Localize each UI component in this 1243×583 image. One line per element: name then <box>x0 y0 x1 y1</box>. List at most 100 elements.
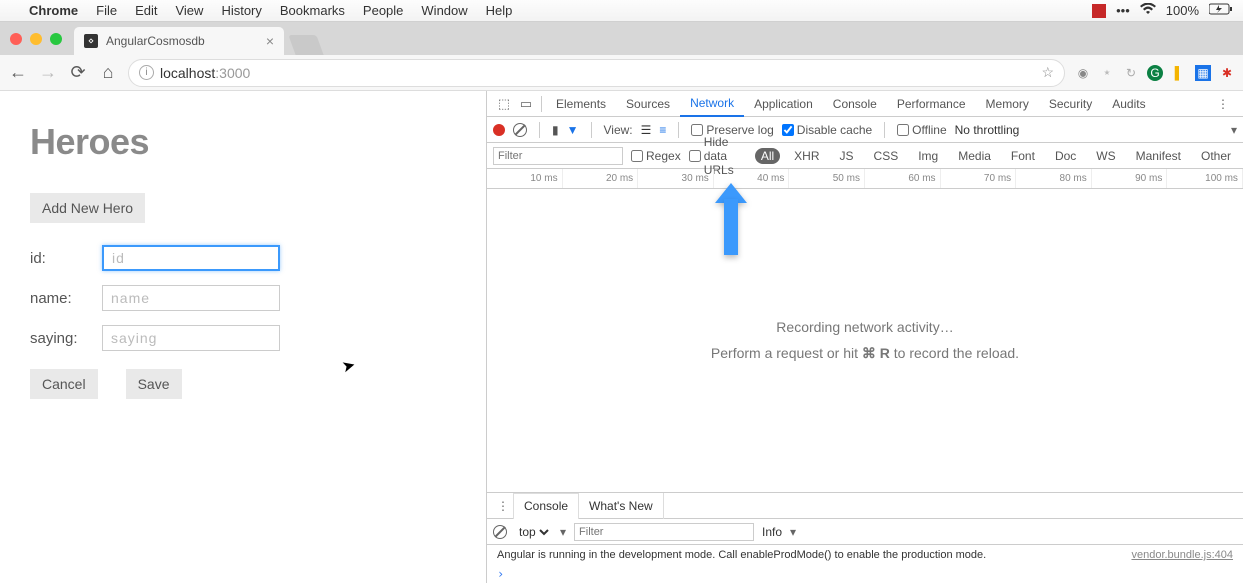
level-chevron-icon: ▾ <box>790 525 796 539</box>
filter-type-manifest[interactable]: Manifest <box>1130 148 1187 164</box>
menu-view[interactable]: View <box>166 3 212 18</box>
menu-history[interactable]: History <box>212 3 270 18</box>
console-clear-button[interactable] <box>493 525 507 539</box>
name-input[interactable] <box>102 285 280 311</box>
site-info-icon[interactable]: i <box>139 65 154 80</box>
empty-text-2: Perform a request or hit ⌘ R to record t… <box>711 345 1019 362</box>
home-button[interactable]: ⌂ <box>98 62 118 83</box>
tab-sources[interactable]: Sources <box>616 91 680 117</box>
filter-type-ws[interactable]: WS <box>1090 148 1121 164</box>
window-close-button[interactable] <box>10 33 22 45</box>
drawer-tab-whatsnew[interactable]: What's New <box>579 493 664 519</box>
console-source-link[interactable]: vendor.bundle.js:404 <box>1131 549 1233 561</box>
filter-type-font[interactable]: Font <box>1005 148 1041 164</box>
console-filter-input[interactable] <box>574 523 754 541</box>
extension-icons: ◉ ⭑ ↻ G ▌ ▦ ✱ <box>1075 65 1235 81</box>
menu-app[interactable]: Chrome <box>20 3 87 18</box>
view-small-icon[interactable]: ≡ <box>659 123 666 137</box>
menubar-dots-icon[interactable]: ••• <box>1116 3 1130 18</box>
console-prompt[interactable]: › <box>487 565 1243 583</box>
timeline-tick: 40 ms <box>714 169 790 188</box>
throttling-chevron-icon[interactable]: ▾ <box>1231 123 1237 137</box>
ext-icon-5[interactable]: ▌ <box>1171 65 1187 81</box>
forward-button[interactable]: → <box>38 62 58 83</box>
filter-type-all[interactable]: All <box>755 148 780 164</box>
ext-icon-2[interactable]: ⭑ <box>1099 65 1115 81</box>
tab-security[interactable]: Security <box>1039 91 1102 117</box>
browser-tab[interactable]: ⋄ AngularCosmosdb × <box>74 27 284 55</box>
id-input[interactable] <box>102 245 280 271</box>
filter-type-xhr[interactable]: XHR <box>788 148 825 164</box>
mac-menubar: Chrome File Edit View History Bookmarks … <box>0 0 1243 22</box>
ext-icon-6[interactable]: ▦ <box>1195 65 1211 81</box>
empty-text-1: Recording network activity… <box>776 319 953 335</box>
network-timeline[interactable]: 10 ms 20 ms 30 ms 40 ms 50 ms 60 ms 70 m… <box>487 169 1243 189</box>
filter-type-img[interactable]: Img <box>912 148 944 164</box>
tab-application[interactable]: Application <box>744 91 823 117</box>
tab-elements[interactable]: Elements <box>546 91 616 117</box>
back-button[interactable]: ← <box>8 62 28 83</box>
tab-memory[interactable]: Memory <box>976 91 1039 117</box>
throttling-select[interactable]: No throttling <box>955 123 1020 137</box>
screenshot-icon[interactable]: ▮ <box>552 123 559 137</box>
console-context-select[interactable]: top <box>515 524 552 540</box>
timeline-tick: 70 ms <box>941 169 1017 188</box>
menu-window[interactable]: Window <box>412 3 476 18</box>
drawer-tab-console[interactable]: Console <box>513 493 579 519</box>
save-button[interactable]: Save <box>126 369 182 399</box>
inspect-element-icon[interactable]: ⬚ <box>493 96 515 112</box>
console-level-select[interactable]: Info <box>762 525 782 539</box>
menu-help[interactable]: Help <box>477 3 522 18</box>
filter-type-doc[interactable]: Doc <box>1049 148 1082 164</box>
saying-input[interactable] <box>102 325 280 351</box>
menu-file[interactable]: File <box>87 3 126 18</box>
filter-type-js[interactable]: JS <box>834 148 860 164</box>
devtools-tabs: ⬚ ▭ Elements Sources Network Application… <box>487 91 1243 117</box>
wifi-icon[interactable] <box>1140 3 1156 18</box>
filter-toggle-icon[interactable]: ▼ <box>567 123 579 137</box>
ext-icon-4[interactable]: G <box>1147 65 1163 81</box>
tab-network[interactable]: Network <box>680 91 744 117</box>
address-bar[interactable]: i localhost:3000 ☆ <box>128 59 1065 87</box>
ext-icon-3[interactable]: ↻ <box>1123 65 1139 81</box>
timeline-tick: 80 ms <box>1016 169 1092 188</box>
disable-cache-checkbox[interactable]: Disable cache <box>782 123 872 137</box>
record-button[interactable] <box>493 124 505 136</box>
new-tab-button[interactable] <box>288 35 323 55</box>
network-filter-input[interactable] <box>493 147 623 165</box>
menu-edit[interactable]: Edit <box>126 3 166 18</box>
reload-button[interactable]: ⟳ <box>68 62 88 83</box>
view-large-icon[interactable]: ☰ <box>641 123 652 137</box>
tab-performance[interactable]: Performance <box>887 91 976 117</box>
tab-close-button[interactable]: × <box>266 33 274 49</box>
window-maximize-button[interactable] <box>50 33 62 45</box>
ext-icon-1[interactable]: ◉ <box>1075 65 1091 81</box>
console-log-row: Angular is running in the development mo… <box>487 545 1243 565</box>
regex-checkbox[interactable]: Regex <box>631 149 681 163</box>
filter-type-media[interactable]: Media <box>952 148 997 164</box>
devtools-more-icon[interactable]: ⋮ <box>1209 97 1237 111</box>
ext-icon-7[interactable]: ✱ <box>1219 65 1235 81</box>
id-label: id: <box>30 250 102 267</box>
page-heading: Heroes <box>30 121 456 163</box>
menu-bookmarks[interactable]: Bookmarks <box>271 3 354 18</box>
filter-type-other[interactable]: Other <box>1195 148 1237 164</box>
menubar-app-icon[interactable] <box>1092 4 1106 18</box>
menu-people[interactable]: People <box>354 3 412 18</box>
bookmark-star-icon[interactable]: ☆ <box>1041 64 1054 81</box>
console-message: Angular is running in the development mo… <box>497 549 986 561</box>
devtools-panel: ⬚ ▭ Elements Sources Network Application… <box>486 91 1243 583</box>
window-minimize-button[interactable] <box>30 33 42 45</box>
timeline-tick: 30 ms <box>638 169 714 188</box>
device-toggle-icon[interactable]: ▭ <box>515 96 537 112</box>
cancel-button[interactable]: Cancel <box>30 369 98 399</box>
tab-audits[interactable]: Audits <box>1102 91 1155 117</box>
tab-console[interactable]: Console <box>823 91 887 117</box>
battery-pct: 100% <box>1166 3 1199 18</box>
filter-type-css[interactable]: CSS <box>868 148 905 164</box>
drawer-more-icon[interactable]: ⋮ <box>493 499 513 513</box>
add-new-hero-button[interactable]: Add New Hero <box>30 193 145 223</box>
offline-checkbox[interactable]: Offline <box>897 123 946 137</box>
network-toolbar: ▮ ▼ View: ☰ ≡ Preserve log Disable cache… <box>487 117 1243 143</box>
clear-button[interactable] <box>513 123 527 137</box>
